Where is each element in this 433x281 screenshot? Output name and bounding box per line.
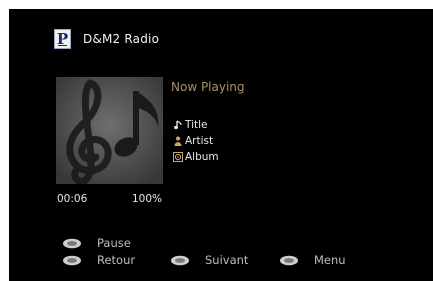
buffer-percent: 100% (132, 193, 163, 205)
p-logo-icon: P (54, 29, 71, 49)
remote-button-icon (63, 238, 81, 248)
remote-button-icon (171, 255, 189, 265)
track-artist: Artist (185, 135, 214, 147)
source-header: P D&M2 Radio (54, 28, 159, 50)
remote-button-icon (63, 255, 81, 265)
track-album: Album (185, 151, 219, 163)
album-icon (172, 152, 183, 162)
station-title: D&M2 Radio (83, 32, 160, 46)
artist-row: Artist (172, 135, 213, 147)
track-title: Title (185, 119, 208, 131)
now-playing-heading: Now Playing (171, 80, 245, 94)
music-note-icon (172, 120, 183, 130)
back-button[interactable]: Retour (62, 253, 135, 267)
album-row: Album (172, 151, 219, 163)
menu-label: Menu (314, 253, 346, 267)
back-label: Retour (97, 253, 136, 267)
next-label: Suivant (205, 253, 249, 267)
pause-button[interactable]: Pause (62, 236, 131, 250)
title-row: Title (172, 119, 208, 131)
remote-button-icon (280, 255, 298, 265)
elapsed-time: 00:06 (57, 193, 88, 205)
pause-label: Pause (97, 236, 131, 250)
next-button[interactable]: Suivant (170, 253, 248, 267)
menu-button[interactable]: Menu (279, 253, 346, 267)
album-art-icon (56, 77, 163, 184)
person-icon (172, 136, 183, 146)
